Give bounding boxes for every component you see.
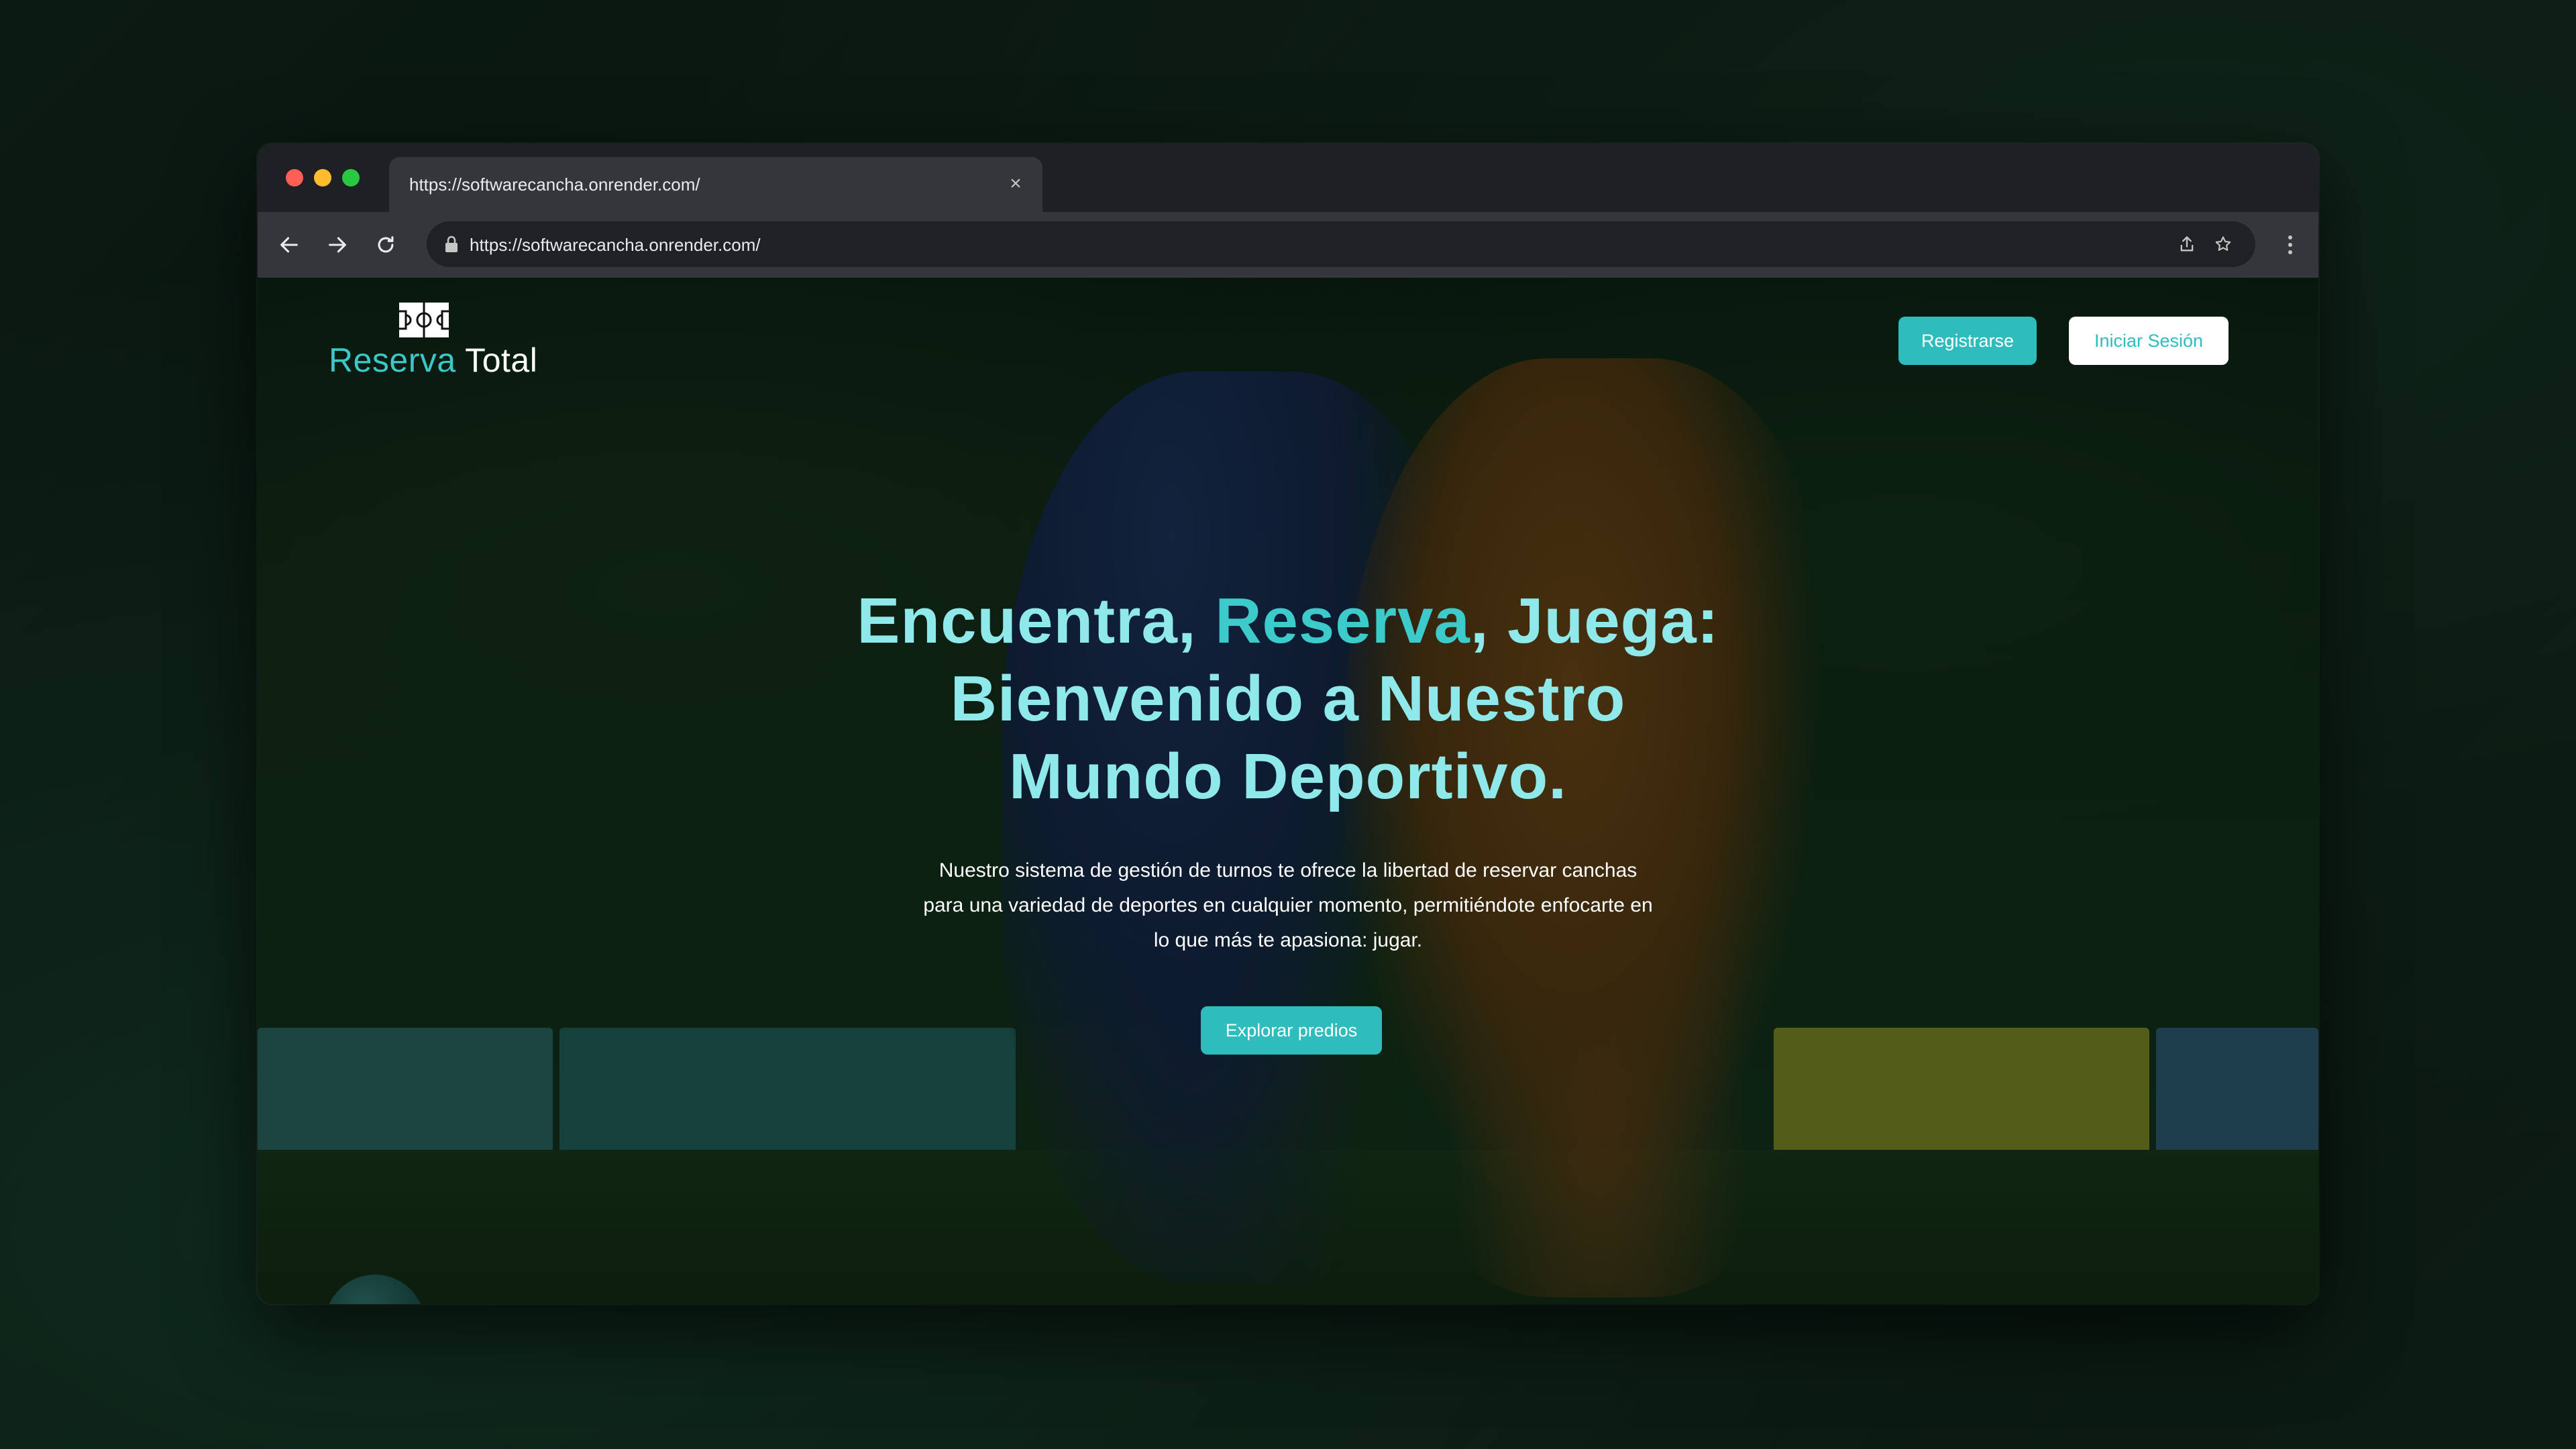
- logo-word-reserva: Reserva: [329, 341, 456, 379]
- star-icon[interactable]: [2210, 231, 2237, 258]
- hero-headline: Encuentra, Reserva, Juega: Bienvenido a N…: [684, 582, 1892, 816]
- headline-line2: Bienvenido a Nuestro: [950, 663, 1626, 735]
- url-text[interactable]: https://softwarecancha.onrender.com/: [470, 235, 761, 256]
- browser-window: https://softwarecancha.onrender.com/ × h…: [258, 144, 2318, 1304]
- tab-title: https://softwarecancha.onrender.com/: [409, 174, 700, 195]
- lock-icon[interactable]: [443, 235, 460, 254]
- logo-text: Reserva Total: [329, 341, 537, 380]
- arrow-right-icon[interactable]: [321, 228, 354, 262]
- maximize-window-button[interactable]: [342, 169, 360, 186]
- browser-titlebar: https://softwarecancha.onrender.com/ ×: [258, 144, 2318, 212]
- headline-part2: , Juega:: [1470, 585, 1719, 657]
- login-button[interactable]: Iniciar Sesión: [2069, 317, 2229, 365]
- kebab-menu-icon[interactable]: [2277, 228, 2304, 262]
- browser-tab[interactable]: https://softwarecancha.onrender.com/ ×: [389, 157, 1042, 212]
- share-icon[interactable]: [2174, 231, 2200, 258]
- close-icon[interactable]: ×: [1001, 169, 1030, 199]
- arrow-left-icon[interactable]: [272, 228, 306, 262]
- hero-description: Nuestro sistema de gestión de turnos te …: [923, 859, 1653, 951]
- headline-accent: Reserva: [1215, 585, 1470, 657]
- register-button[interactable]: Registrarse: [1898, 317, 2037, 365]
- minimize-window-button[interactable]: [314, 169, 331, 186]
- headline-part1: Encuentra,: [857, 585, 1197, 657]
- page-viewport: Reserva Total Registrarse Iniciar Sesión…: [258, 278, 2318, 1304]
- reload-icon[interactable]: [369, 228, 402, 262]
- explore-venues-button[interactable]: Explorar predios: [1201, 1006, 1382, 1055]
- address-bar[interactable]: https://softwarecancha.onrender.com/: [427, 221, 2255, 267]
- soccer-field-icon: [398, 302, 449, 338]
- browser-toolbar: https://softwarecancha.onrender.com/: [258, 212, 2318, 278]
- headline-line3: Mundo Deportivo.: [1009, 741, 1567, 812]
- site-logo[interactable]: Reserva Total: [329, 302, 557, 382]
- close-window-button[interactable]: [286, 169, 303, 186]
- logo-word-total: Total: [465, 341, 538, 379]
